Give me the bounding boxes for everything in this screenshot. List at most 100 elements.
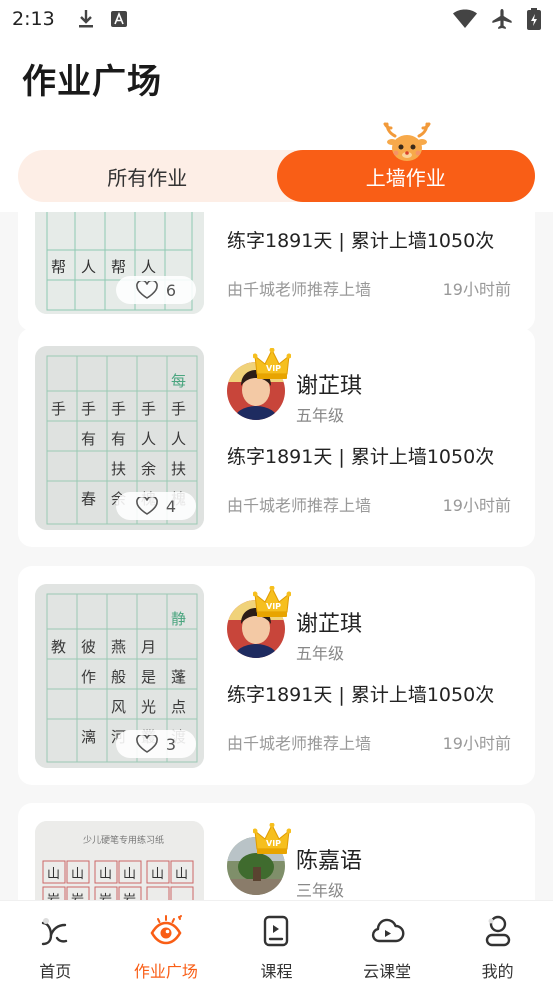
home-icon [42,918,68,946]
svg-text:手: 手 [51,400,66,418]
svg-text:每: 每 [171,372,186,390]
recommend-text: 由千城老师推荐上墙 [227,280,372,299]
svg-text:手: 手 [141,400,156,418]
homework-thumbnail[interactable]: 帮人帮人 6 [35,212,204,314]
svg-text:作: 作 [81,668,96,686]
homework-thumbnail[interactable]: 每 手手手手手 有有人人 扶余扶 春余槐槐 4 [35,346,204,530]
svg-text:岩: 岩 [123,893,136,900]
page-title: 作业广场 [22,62,162,102]
wifi-icon [453,9,477,29]
like-button[interactable]: 6 [116,276,196,304]
svg-text:燕: 燕 [111,638,126,656]
svg-text:手: 手 [171,400,186,418]
svg-text:般: 般 [111,668,126,686]
user-grade: 五年级 [296,644,345,663]
like-button[interactable]: 4 [116,492,196,520]
profile-icon [485,915,510,947]
font-icon [110,11,127,27]
like-count: 6 [165,280,177,300]
nav-home[interactable]: 首页 [0,901,111,984]
post-time: 19小时前 [442,496,511,515]
nav-profile[interactable]: 我的 [442,901,553,984]
heart-icon [136,281,158,299]
tab-label: 上墙作业 [365,165,446,190]
vip-crown-icon: VIP [253,348,291,379]
practice-stats: 练字1891天 | 累计上墙1050次 [227,446,495,468]
airplane-icon [491,8,513,30]
svg-text:蓬: 蓬 [171,668,186,686]
svg-text:月: 月 [141,638,156,656]
svg-text:帮: 帮 [111,258,126,276]
vip-crown-icon: VIP [253,586,291,617]
svg-text:VIP: VIP [266,602,281,611]
practice-stats: 练字1891天 | 累计上墙1050次 [227,684,495,706]
svg-text:山: 山 [71,867,84,882]
svg-text:山: 山 [123,867,136,882]
svg-text:VIP: VIP [266,839,281,848]
svg-text:手: 手 [81,400,96,418]
homework-card[interactable]: 每 手手手手手 有有人人 扶余扶 春余槐槐 4 [18,328,535,547]
bottom-nav: 首页 作业广场 课程 云课堂 我的 [0,900,553,984]
nav-label: 云课堂 [363,962,412,981]
tab-bar: 所有作业 上墙作业 [18,150,535,202]
practice-stats: 练字1891天 | 累计上墙1050次 [227,230,495,252]
homework-card[interactable]: 少儿硬笔专用练习纸 山山山山山山 岩岩岩岩 [18,803,535,900]
svg-text:VIP: VIP [266,364,281,373]
svg-text:是: 是 [141,668,156,686]
recommend-text: 由千城老师推荐上墙 [227,496,372,515]
svg-text:光: 光 [141,698,156,716]
svg-text:山: 山 [99,867,112,882]
nav-homework-square[interactable]: 作业广场 [111,901,222,984]
user-name[interactable]: 谢芷琪 [296,368,362,400]
svg-text:余: 余 [141,460,156,478]
svg-text:人: 人 [81,258,96,276]
status-bar: 2:13 [0,0,553,38]
svg-text:岩: 岩 [47,893,60,900]
status-time: 2:13 [12,8,55,30]
svg-text:岩: 岩 [71,893,84,900]
homework-thumbnail[interactable]: 少儿硬笔专用练习纸 山山山山山山 岩岩岩岩 [35,821,204,900]
featured-homework-feed[interactable]: 帮人帮人 6 练字1891天 | 累计上墙1050次 由千城老师推荐上墙 19小… [0,212,553,900]
tab-all-homework[interactable]: 所有作业 [18,150,277,202]
user-grade: 三年级 [296,881,345,900]
nav-label: 我的 [481,962,514,981]
like-count: 3 [165,734,177,754]
nav-label: 课程 [260,962,293,981]
nav-label: 作业广场 [133,962,198,981]
homework-card[interactable]: 静 教彼燕月 作般是蓬 风光点 漓河叢渡 3 [18,566,535,785]
post-time: 19小时前 [442,280,511,299]
user-name[interactable]: 陈嘉语 [296,843,362,875]
avatar-wrap: VIP [227,823,291,897]
svg-text:人: 人 [171,430,186,448]
svg-text:有: 有 [111,430,126,448]
svg-text:扶: 扶 [171,460,186,478]
svg-text:扶: 扶 [111,460,126,478]
download-icon [77,9,95,29]
user-name[interactable]: 谢芷琪 [296,606,362,638]
nav-courses[interactable]: 课程 [221,901,332,984]
homework-thumbnail[interactable]: 静 教彼燕月 作般是蓬 风光点 漓河叢渡 3 [35,584,204,768]
like-button[interactable]: 3 [116,730,196,758]
svg-text:山: 山 [151,867,164,882]
cloud-play-icon [371,918,405,943]
svg-text:山: 山 [175,867,188,882]
avatar-wrap: VIP [227,348,291,422]
svg-text:彼: 彼 [81,638,96,656]
post-time: 19小时前 [442,734,511,753]
homework-card[interactable]: 帮人帮人 6 练字1891天 | 累计上墙1050次 由千城老师推荐上墙 19小… [18,212,535,331]
deer-mascot-icon [383,122,431,161]
heart-icon [136,735,158,753]
heart-icon [136,497,158,515]
recommend-text: 由千城老师推荐上墙 [227,734,372,753]
user-grade: 五年级 [296,406,345,425]
tab-label: 所有作业 [107,165,188,190]
vip-crown-icon: VIP [253,823,291,854]
svg-text:少儿硬笔专用练习纸: 少儿硬笔专用练习纸 [83,834,164,846]
svg-text:帮: 帮 [51,258,66,276]
header-area: 2:13 作业广场 所有作业 上墙作业 [0,0,553,212]
svg-text:人: 人 [141,258,156,276]
svg-text:静: 静 [171,610,186,628]
like-count: 4 [165,496,177,516]
nav-cloud-classroom[interactable]: 云课堂 [332,901,443,984]
svg-text:岩: 岩 [99,893,112,900]
